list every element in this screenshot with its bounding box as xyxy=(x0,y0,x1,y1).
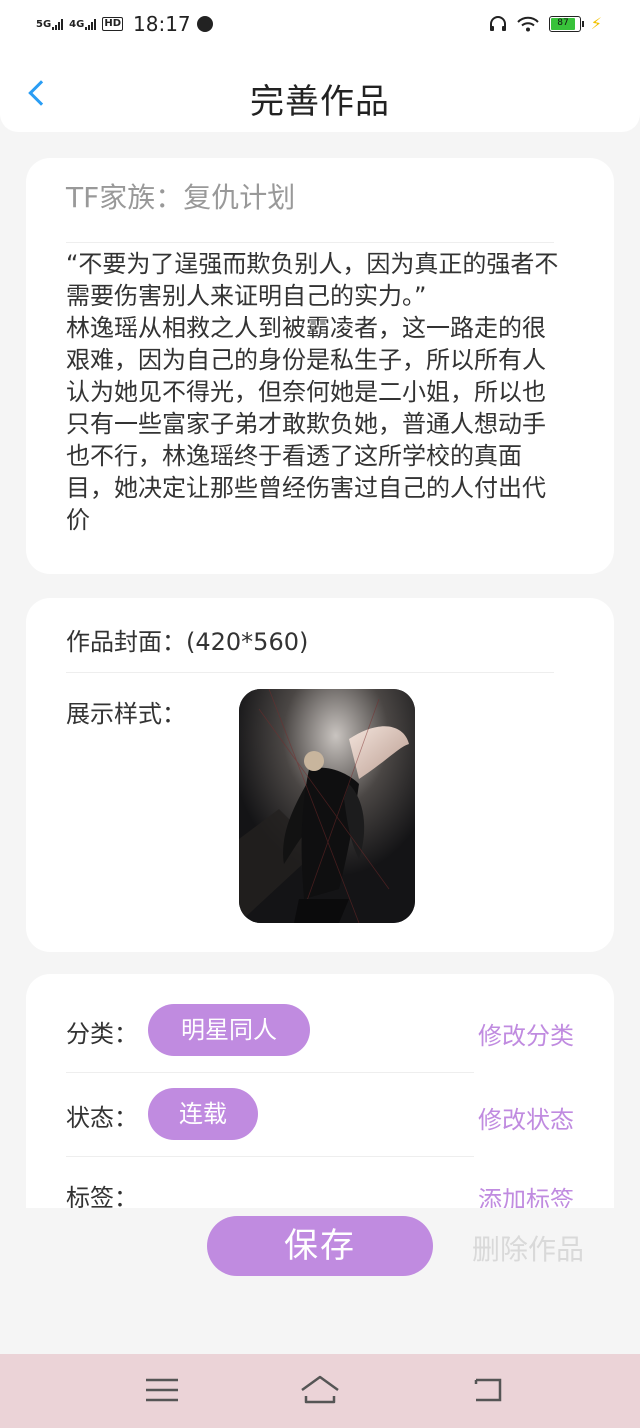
menu-button[interactable] xyxy=(140,1370,184,1410)
menu-icon xyxy=(146,1378,178,1402)
battery-level: 87 xyxy=(550,17,576,30)
work-intro-card: TF家族：复仇计划 “不要为了逞强而欺负别人，因为真正的强者不需要伤害别人来证明… xyxy=(26,158,614,574)
divider xyxy=(66,672,554,673)
status-time: 18:17 xyxy=(133,12,191,36)
cover-artwork xyxy=(239,689,415,923)
display-style-label: 展示样式： xyxy=(66,700,186,728)
status-chip: 连载 xyxy=(148,1088,258,1140)
signal-icon: 4G xyxy=(69,18,97,30)
system-nav-bar xyxy=(0,1354,640,1428)
status-row: 状态： 连载 修改状态 xyxy=(66,1088,574,1140)
cover-card: 作品封面：(420*560) 展示样式： xyxy=(26,598,614,952)
home-icon xyxy=(301,1375,339,1404)
app-header: 完善作品 xyxy=(0,52,640,132)
status-left: 5G 4G HD 18:17 xyxy=(36,12,213,36)
status-bar: 5G 4G HD 18:17 87 ⚡ xyxy=(0,0,640,52)
battery-icon: 87 xyxy=(548,15,584,32)
divider xyxy=(66,242,554,243)
add-tag-button[interactable]: 添加标签 xyxy=(478,1180,574,1208)
charging-icon: ⚡ xyxy=(590,14,602,33)
back-nav-button[interactable] xyxy=(466,1370,510,1410)
save-button[interactable]: 保存 xyxy=(207,1216,433,1276)
status-right: 87 ⚡ xyxy=(489,14,602,33)
cover-image[interactable] xyxy=(239,689,415,923)
delete-work-button[interactable]: 删除作品 xyxy=(472,1228,584,1268)
meta-card: 分类： 明星同人 修改分类 状态： 连载 修改状态 标签： 添加标签 xyxy=(26,974,614,1208)
hd-icon: HD xyxy=(102,17,124,31)
category-label: 分类： xyxy=(66,1020,138,1048)
tags-row: 标签： 添加标签 xyxy=(66,1168,574,1208)
work-title-input[interactable]: TF家族：复仇计划 xyxy=(66,176,295,216)
wifi-icon xyxy=(517,16,539,31)
category-chip: 明星同人 xyxy=(148,1004,310,1056)
cover-label: 作品封面：(420*560) xyxy=(66,628,309,656)
divider xyxy=(66,1156,474,1157)
home-button[interactable] xyxy=(298,1370,342,1410)
divider xyxy=(66,1072,474,1073)
edit-category-button[interactable]: 修改分类 xyxy=(478,1016,574,1051)
network-type-label: 4G xyxy=(69,19,85,30)
page-title: 完善作品 xyxy=(250,82,390,122)
tags-label: 标签： xyxy=(66,1184,138,1208)
edit-status-button[interactable]: 修改状态 xyxy=(478,1100,574,1135)
back-icon xyxy=(474,1378,502,1402)
app-notification-icon xyxy=(196,16,213,32)
headphones-icon xyxy=(489,15,506,31)
status-label: 状态： xyxy=(66,1104,138,1132)
signal-icon: 5G xyxy=(36,18,64,30)
network-type-label: 5G xyxy=(36,19,52,30)
work-description-input[interactable]: “不要为了逞强而欺负别人，因为真正的强者不需要伤害别人来证明自己的实力。” 林逸… xyxy=(66,248,566,536)
category-row: 分类： 明星同人 修改分类 xyxy=(66,1004,574,1056)
